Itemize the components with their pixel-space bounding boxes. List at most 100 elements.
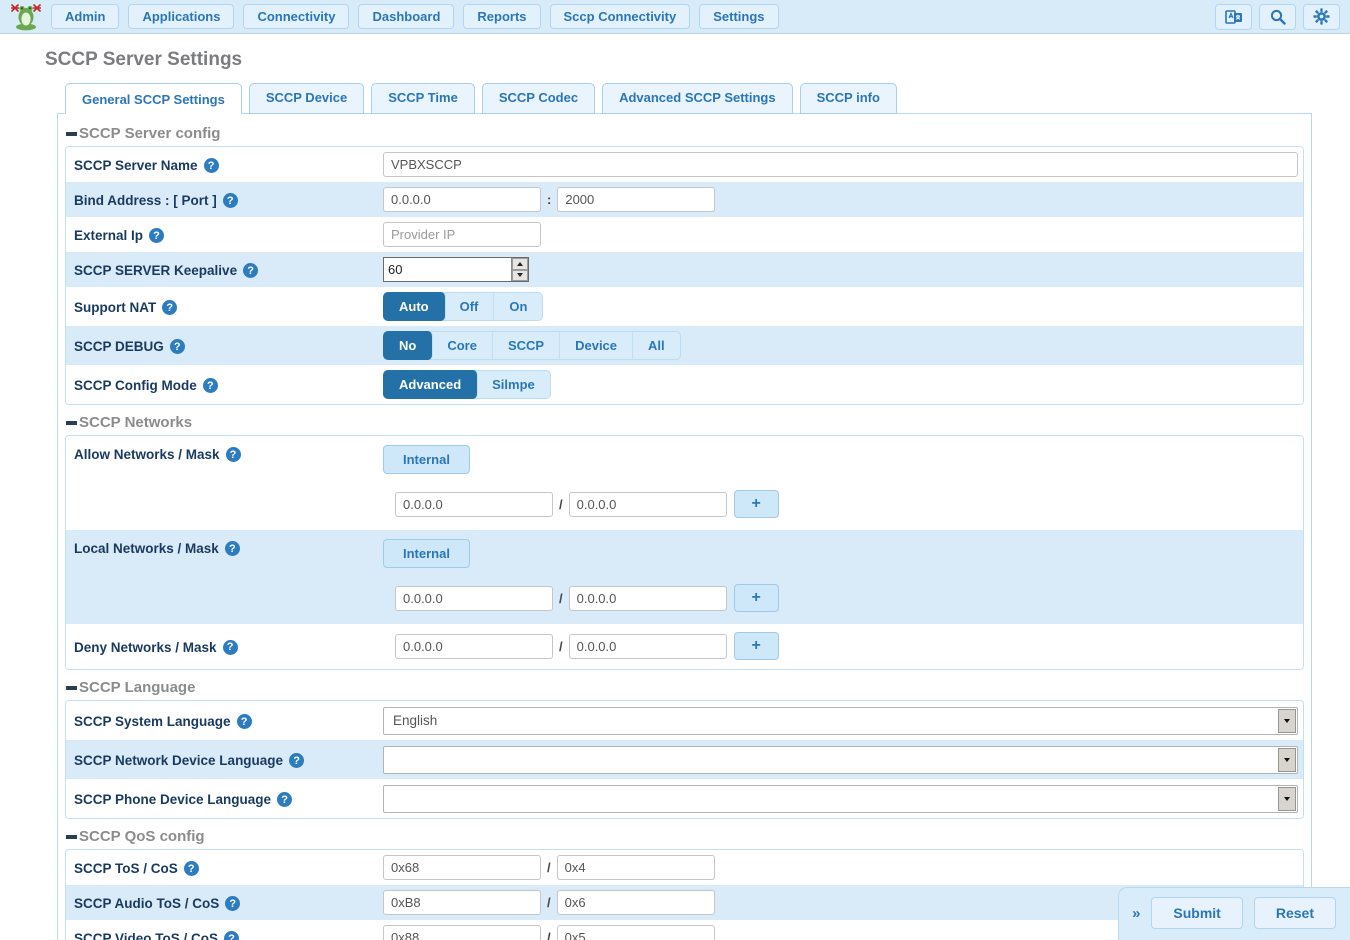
mode-advanced-button[interactable]: Advanced <box>383 370 478 399</box>
page-title: SCCP Server Settings <box>45 49 1350 71</box>
field-label: Bind Address : [ Port ] ? <box>74 191 383 208</box>
help-icon[interactable]: ? <box>277 792 292 807</box>
collapse-minus-icon[interactable] <box>66 835 77 839</box>
sccp-cos-input[interactable] <box>557 855 715 880</box>
local-mask-input[interactable] <box>569 586 727 611</box>
language-icon <box>1225 9 1243 25</box>
help-icon[interactable]: ? <box>170 339 185 354</box>
submit-button[interactable]: Submit <box>1151 897 1242 929</box>
local-internal-button[interactable]: Internal <box>383 539 470 568</box>
slash-separator: / <box>547 930 551 940</box>
help-icon[interactable]: ? <box>184 861 199 876</box>
debug-device-button[interactable]: Device <box>560 332 633 359</box>
row-sccp-server-name: SCCP Server Name ? <box>66 147 1303 182</box>
row-bind-address: Bind Address : [ Port ] ? : <box>66 182 1303 217</box>
keepalive-input[interactable] <box>384 258 511 281</box>
search-button[interactable] <box>1259 4 1296 30</box>
collapse-minus-icon[interactable] <box>66 686 77 690</box>
tab-general-sccp-settings[interactable]: General SCCP Settings <box>65 83 242 114</box>
sccp-tos-input[interactable] <box>383 855 541 880</box>
tab-sccp-device[interactable]: SCCP Device <box>249 83 364 114</box>
action-toolbar: » Submit Reset <box>1118 887 1350 940</box>
help-icon[interactable]: ? <box>203 378 218 393</box>
help-icon[interactable]: ? <box>226 447 241 462</box>
video-cos-input[interactable] <box>557 925 715 940</box>
debug-all-button[interactable]: All <box>633 332 680 359</box>
audio-tos-input[interactable] <box>383 890 541 915</box>
help-icon[interactable]: ? <box>225 896 240 911</box>
local-add-button[interactable]: + <box>734 584 779 612</box>
mode-simple-button[interactable]: Silmpe <box>477 371 550 398</box>
help-icon[interactable]: ? <box>149 228 164 243</box>
deny-mask-input[interactable] <box>569 634 727 659</box>
external-ip-input[interactable] <box>383 222 541 247</box>
collapse-minus-icon[interactable] <box>66 421 77 425</box>
allow-internal-button[interactable]: Internal <box>383 445 470 474</box>
tab-advanced-sccp-settings[interactable]: Advanced SCCP Settings <box>602 83 793 114</box>
debug-core-button[interactable]: Core <box>432 332 493 359</box>
system-language-select[interactable]: English <box>383 707 1298 735</box>
collapse-chevron-icon[interactable]: » <box>1132 905 1140 922</box>
section-title-text: SCCP Server config <box>79 125 220 142</box>
nat-off-button[interactable]: Off <box>445 293 495 320</box>
deny-network-input[interactable] <box>395 634 553 659</box>
field-label: SCCP Audio ToS / CoS ? <box>74 894 383 911</box>
allow-mask-input[interactable] <box>569 492 727 517</box>
network-device-language-select[interactable] <box>383 746 1298 774</box>
allow-add-button[interactable]: + <box>734 490 779 518</box>
local-network-input[interactable] <box>395 586 553 611</box>
bind-address-input[interactable] <box>383 187 541 212</box>
help-icon[interactable]: ? <box>223 193 238 208</box>
colon-separator: : <box>547 192 551 207</box>
language-button[interactable] <box>1215 4 1252 30</box>
debug-sccp-button[interactable]: SCCP <box>493 332 560 359</box>
freepbx-logo[interactable] <box>10 2 42 32</box>
tab-sccp-time[interactable]: SCCP Time <box>371 83 475 114</box>
bind-port-input[interactable] <box>557 187 715 212</box>
debug-no-button[interactable]: No <box>383 331 433 360</box>
tab-sccp-codec[interactable]: SCCP Codec <box>482 83 595 114</box>
nav-item-connectivity[interactable]: Connectivity <box>243 4 349 29</box>
nav-item-sccp-connectivity[interactable]: Sccp Connectivity <box>550 4 691 29</box>
nav-item-settings[interactable]: Settings <box>699 4 778 29</box>
stepper-up-icon[interactable] <box>512 258 528 270</box>
tab-sccp-info[interactable]: SCCP info <box>800 83 897 114</box>
help-icon[interactable]: ? <box>225 541 240 556</box>
help-icon[interactable]: ? <box>289 753 304 768</box>
chevron-down-icon[interactable] <box>1278 709 1296 733</box>
stepper-down-icon[interactable] <box>512 270 528 282</box>
row-sccp-tos: SCCP ToS / CoS ? / <box>66 850 1303 885</box>
deny-add-button[interactable]: + <box>734 632 779 660</box>
chevron-down-icon[interactable] <box>1278 748 1296 772</box>
help-icon[interactable]: ? <box>204 158 219 173</box>
field-label: Support NAT ? <box>74 298 383 315</box>
nav-item-applications[interactable]: Applications <box>128 4 234 29</box>
chevron-down-icon[interactable] <box>1278 787 1296 811</box>
nat-on-button[interactable]: On <box>494 293 542 320</box>
help-icon[interactable]: ? <box>224 931 239 940</box>
label-text: SCCP SERVER Keepalive <box>74 263 237 278</box>
search-icon <box>1270 9 1286 25</box>
nat-auto-button[interactable]: Auto <box>383 292 446 321</box>
help-icon[interactable]: ? <box>162 300 177 315</box>
help-icon[interactable]: ? <box>243 263 258 278</box>
row-keepalive: SCCP SERVER Keepalive ? <box>66 252 1303 287</box>
audio-cos-input[interactable] <box>557 890 715 915</box>
help-icon[interactable]: ? <box>223 640 238 655</box>
collapse-minus-icon[interactable] <box>66 132 77 136</box>
phone-device-language-select[interactable] <box>383 785 1298 813</box>
nav-item-admin[interactable]: Admin <box>51 4 119 29</box>
reset-button[interactable]: Reset <box>1254 897 1336 929</box>
label-text: SCCP Video ToS / CoS <box>74 931 218 940</box>
nav-item-dashboard[interactable]: Dashboard <box>358 4 454 29</box>
field-label: SCCP Config Mode ? <box>74 376 383 393</box>
field-label: SCCP ToS / CoS ? <box>74 859 383 876</box>
nav-item-reports[interactable]: Reports <box>463 4 540 29</box>
row-deny-networks: Deny Networks / Mask ? / + <box>66 624 1303 669</box>
help-icon[interactable]: ? <box>237 714 252 729</box>
gear-button[interactable] <box>1303 4 1340 30</box>
allow-network-input[interactable] <box>395 492 553 517</box>
sccp-server-name-input[interactable] <box>383 152 1298 177</box>
row-allow-networks: Allow Networks / Mask ? Internal / + <box>66 436 1303 530</box>
video-tos-input[interactable] <box>383 925 541 940</box>
